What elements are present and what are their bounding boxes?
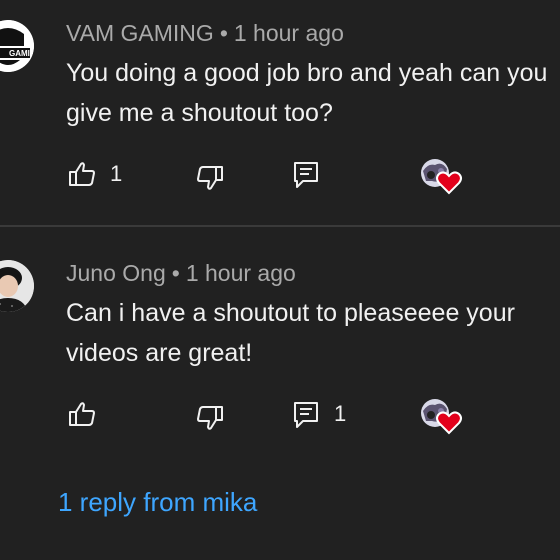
comment-item: GAMING VAM GAMING•1 hour ago You doing a… xyxy=(0,0,560,226)
comment-text-line: videos are great! xyxy=(66,339,253,367)
comment-actions: 1 xyxy=(0,155,560,195)
dislike-button[interactable] xyxy=(196,161,224,190)
creator-heart-icon xyxy=(436,171,462,195)
reply-button[interactable] xyxy=(293,401,319,429)
comment-text-line: You doing a good job bro and yeah can yo… xyxy=(66,59,548,87)
avatar-logo-text: GAMING xyxy=(9,49,34,58)
reply-comment-icon xyxy=(293,401,319,429)
meta-separator: • xyxy=(171,260,180,286)
creator-heart-icon xyxy=(436,411,462,435)
comment-text-line: Can i have a shoutout to pleaseeee your xyxy=(66,299,515,327)
reply-button[interactable] xyxy=(293,161,319,189)
avatar[interactable]: GAMING xyxy=(0,20,34,72)
view-replies-link[interactable]: 1 reply from mika xyxy=(58,487,257,518)
creator-heart-badge xyxy=(418,157,464,197)
comment-text: You doing a good job bro and yeah can yo… xyxy=(66,53,560,133)
comment-text-line: give me a shoutout too? xyxy=(66,99,333,127)
creator-heart-badge xyxy=(418,397,464,437)
like-button[interactable] xyxy=(68,401,96,427)
comment-meta: VAM GAMING • 1 hour ago xyxy=(66,20,344,47)
reply-comment-icon xyxy=(293,161,319,189)
meta-separator: • xyxy=(219,20,228,46)
thumbs-down-icon xyxy=(196,161,224,190)
comment-actions: 1 xyxy=(0,395,560,435)
like-count: 1 xyxy=(110,161,123,186)
comment-author[interactable]: Juno Ong xyxy=(66,260,166,286)
comment-time[interactable]: 1 hour ago xyxy=(234,20,344,46)
comment-meta: Juno Ong • 1 hour ago xyxy=(66,260,296,287)
comment-time[interactable]: 1 hour ago xyxy=(186,260,296,286)
thumbs-up-icon xyxy=(68,161,96,187)
avatar[interactable] xyxy=(0,260,34,312)
like-button[interactable] xyxy=(68,161,96,187)
thumbs-up-icon xyxy=(68,401,96,427)
thumbs-down-icon xyxy=(196,401,224,430)
comment-item: Juno Ong • 1 hour ago Can i have a shoutou… xyxy=(0,227,560,560)
comment-author[interactable]: VAM GAMING xyxy=(66,20,214,46)
reply-count: 1 xyxy=(334,401,347,426)
dislike-button[interactable] xyxy=(196,401,224,430)
comment-text: Can i have a shoutout to pleaseeee your … xyxy=(66,293,560,373)
